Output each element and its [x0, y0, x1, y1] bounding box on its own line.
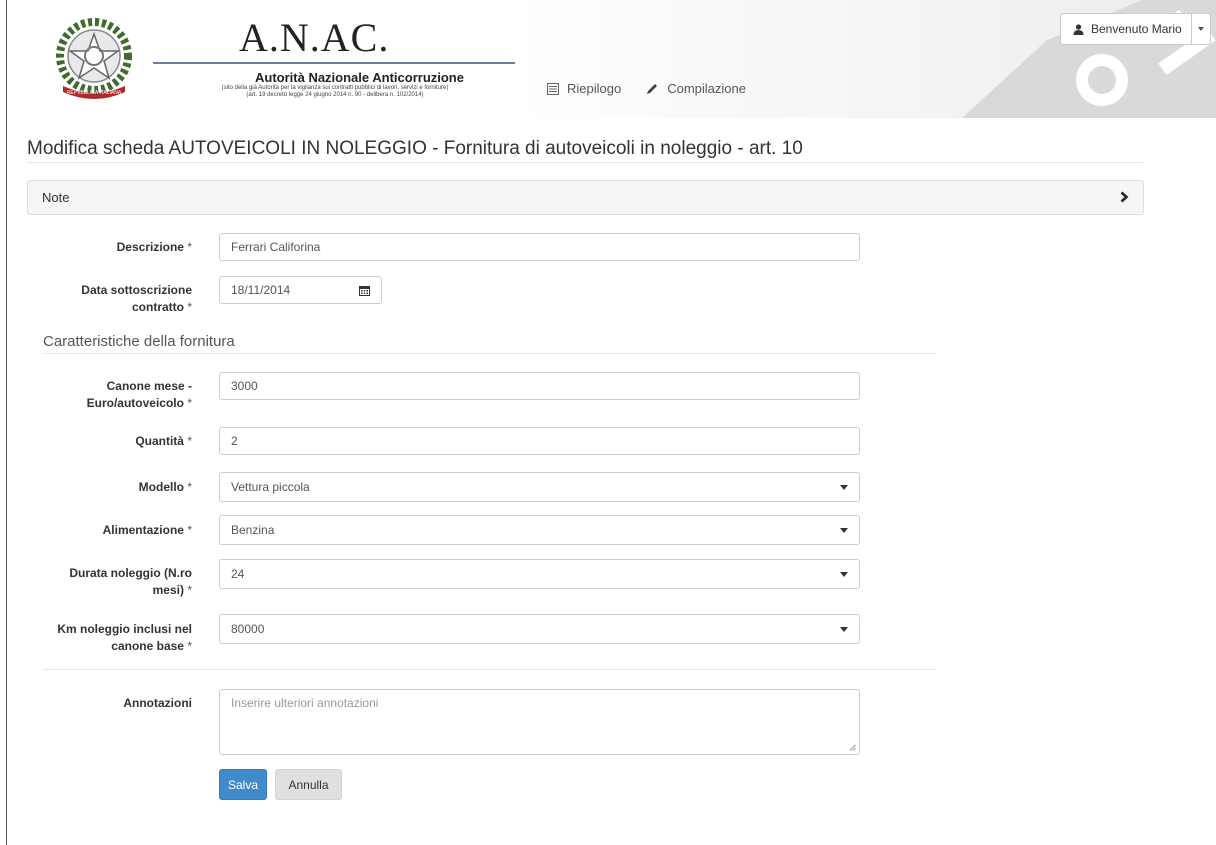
brand-title: A.N.AC.: [239, 15, 390, 60]
section-title: Caratteristiche della fornitura: [43, 333, 235, 350]
quantita-input[interactable]: 2: [219, 427, 860, 455]
durata-label: Durata noleggio (N.ro mesi) *: [42, 565, 192, 599]
form-divider: [43, 669, 937, 670]
chevron-down-icon: [1197, 27, 1204, 31]
durata-label-line1: Durata noleggio (N.ro: [69, 566, 192, 580]
data-sottoscrizione-label-line1: Data sottoscrizione: [81, 283, 192, 297]
nav-item-riepilogo[interactable]: Riepilogo: [547, 81, 621, 96]
cancel-button[interactable]: Annulla: [275, 769, 342, 800]
brand-note-line1: (sito della già Autorità per la vigilanz…: [221, 85, 449, 91]
resize-grip-icon[interactable]: [849, 744, 856, 751]
km-value: 80000: [231, 622, 265, 636]
km-label-line1: Km noleggio inclusi nel: [57, 622, 192, 636]
canone-label: Canone mese - Euro/autoveicolo *: [42, 378, 192, 412]
chevron-down-icon: [840, 484, 848, 490]
km-label: Km noleggio inclusi nel canone base *: [42, 621, 192, 655]
nav-item-compilazione-label: Compilazione: [667, 81, 746, 96]
calendar-button[interactable]: [348, 276, 382, 304]
brand-divider: [153, 62, 515, 64]
calendar-icon: [359, 285, 370, 296]
km-select[interactable]: 80000: [219, 614, 860, 644]
alimentazione-value: Benzina: [231, 523, 275, 537]
emblem-logo-icon: REPVBBLICA ITALIANA: [56, 18, 132, 99]
quantita-value: 2: [231, 434, 238, 448]
note-panel-label: Note: [42, 190, 70, 205]
annotazioni-label: Annotazioni: [123, 696, 192, 710]
data-sottoscrizione-label-line2: contratto: [131, 300, 184, 314]
durata-select[interactable]: 24: [219, 559, 860, 589]
header: REPVBBLICA ITALIANA A.N.AC. Autorità Naz…: [7, 0, 1216, 118]
data-sottoscrizione-input[interactable]: 18/11/2014: [219, 276, 349, 304]
section-divider: [43, 353, 937, 354]
modello-label-text: Modello: [138, 480, 184, 494]
user-icon: [1073, 23, 1084, 35]
chevron-right-icon: [1120, 191, 1129, 203]
modello-label: Modello *: [42, 479, 192, 496]
modello-select[interactable]: Vettura piccola: [219, 472, 860, 502]
chevron-down-icon: [840, 626, 848, 632]
descrizione-label: Descrizione *: [42, 239, 192, 256]
required-mark: *: [187, 434, 192, 448]
required-mark: *: [187, 523, 192, 537]
required-mark: *: [187, 639, 192, 653]
durata-value: 24: [231, 567, 245, 581]
save-button[interactable]: Salva: [219, 769, 267, 800]
km-label-line2: canone base: [111, 639, 184, 653]
title-divider: [27, 162, 1143, 163]
alimentazione-label: Alimentazione *: [42, 522, 192, 539]
quantita-label-text: Quantità: [135, 434, 184, 448]
required-mark: *: [187, 240, 192, 254]
brand-note: (sito della già Autorità per la vigilanz…: [147, 85, 523, 99]
modello-value: Vettura piccola: [231, 480, 310, 494]
chevron-down-icon: [840, 527, 848, 533]
emblem-ribbon-text: REPVBBLICA ITALIANA: [67, 90, 122, 96]
descrizione-label-text: Descrizione: [116, 240, 184, 254]
canone-input[interactable]: 3000: [219, 372, 860, 400]
data-sottoscrizione-label: Data sottoscrizione contratto *: [42, 282, 192, 316]
pencil-icon: [647, 83, 658, 94]
user-menu-caret[interactable]: [1192, 14, 1210, 44]
canone-value: 3000: [231, 379, 258, 393]
quantita-label: Quantità *: [42, 433, 192, 450]
required-mark: *: [187, 480, 192, 494]
list-icon: [547, 82, 559, 95]
required-mark: *: [187, 583, 192, 597]
data-sottoscrizione-value: 18/11/2014: [231, 283, 291, 297]
annotazioni-textarea[interactable]: Inserire ulteriori annotazioni: [219, 689, 860, 755]
nav-item-riepilogo-label: Riepilogo: [567, 81, 622, 96]
user-menu-main[interactable]: Benvenuto Mario: [1061, 14, 1192, 44]
alimentazione-select[interactable]: Benzina: [219, 515, 860, 545]
annotazioni-placeholder: Inserire ulteriori annotazioni: [231, 696, 379, 710]
user-menu-button[interactable]: Benvenuto Mario: [1060, 13, 1211, 45]
page-title: Modifica scheda AUTOVEICOLI IN NOLEGGIO …: [27, 138, 803, 159]
brand-note-line2: (art. 19 decreto legge 24 giugno 2014 n.…: [246, 92, 424, 98]
descrizione-value: Ferrari Califorina: [231, 240, 321, 254]
window-border: [6, 0, 7, 845]
note-panel-toggle[interactable]: Note: [27, 180, 1144, 215]
required-mark: *: [187, 396, 192, 410]
alimentazione-label-text: Alimentazione: [102, 523, 184, 537]
required-mark: *: [187, 300, 192, 314]
chevron-down-icon: [840, 571, 848, 577]
canone-label-line2: Euro/autoveicolo: [86, 396, 184, 410]
nav-item-compilazione[interactable]: Compilazione: [645, 81, 746, 96]
brand-subtitle: Autorità Nazionale Anticorruzione: [255, 70, 464, 85]
descrizione-input[interactable]: Ferrari Califorina: [219, 233, 860, 261]
main-nav: Riepilogo Compilazione: [547, 81, 746, 96]
user-menu-label: Benvenuto Mario: [1091, 22, 1182, 36]
canone-label-line1: Canone mese -: [106, 379, 192, 393]
durata-label-line2: mesi): [152, 583, 184, 597]
